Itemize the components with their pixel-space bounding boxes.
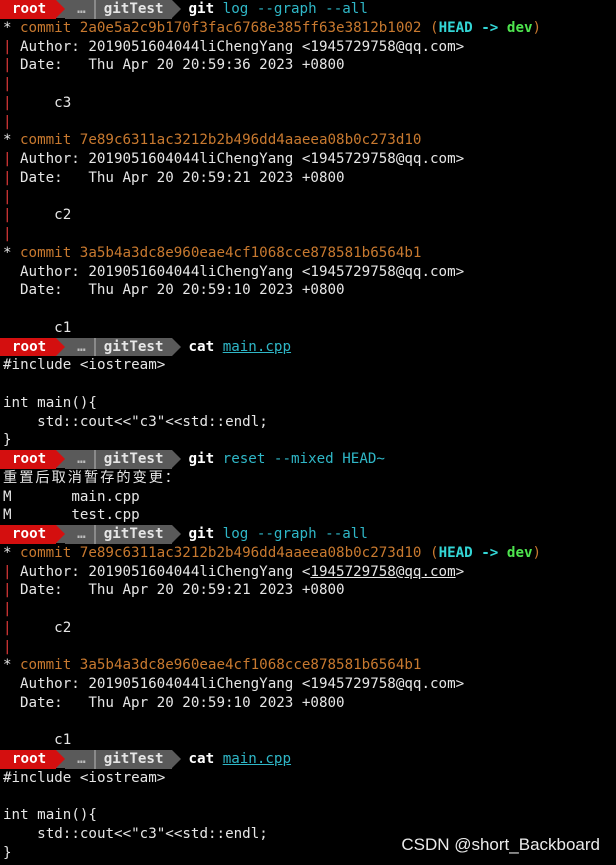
command-text: git reset --mixed HEAD~ — [188, 451, 385, 467]
output-line: M main.cpp — [3, 488, 140, 505]
prompt-end-icon — [171, 450, 181, 469]
prompt-separator-icon — [56, 0, 66, 19]
log-line: | — [3, 226, 12, 242]
command-text: git log --graph --all — [188, 1, 368, 17]
prompt-separator-icon — [56, 450, 66, 469]
file-link[interactable]: main.cpp — [223, 339, 291, 355]
log-line: | c3 — [3, 94, 72, 111]
prompt-repo: gitTest — [95, 450, 172, 469]
prompt-line: root … gitTest cat main.cpp — [0, 337, 616, 357]
log-line: | — [3, 76, 12, 92]
output-line: int main(){ — [3, 807, 97, 824]
log-line: | — [3, 638, 12, 655]
prompt-separator-icon — [56, 525, 66, 544]
prompt-user: root — [0, 525, 57, 544]
prompt-user: root — [0, 750, 57, 769]
terminal-window[interactable]: root … gitTest git log --graph --all * co… — [0, 0, 616, 865]
prompt-path-ellipsis: … — [65, 450, 94, 469]
prompt-user: root — [0, 337, 57, 357]
prompt-separator-icon — [56, 750, 66, 769]
log-line: | c2 — [3, 207, 72, 224]
log-line: c1 — [20, 319, 72, 336]
log-line: | — [3, 113, 12, 130]
branch-ref: dev — [506, 544, 533, 561]
head-ref: HEAD -> — [438, 544, 507, 561]
log-line: * commit 3a5b4a3dc8e960eae4cf1068cce87858… — [3, 244, 422, 261]
prompt-line: root … gitTest cat main.cpp — [0, 750, 616, 769]
commit-hash: commit 3a5b4a3dc8e960eae4cf1068cce878581… — [20, 657, 422, 674]
output-line: M test.cpp — [3, 507, 140, 524]
author-email-link[interactable]: 1945729758@qq.com — [310, 564, 455, 580]
log-line: * commit 7e89c6311ac3212b2b496dd4aaeea08b… — [3, 544, 542, 561]
commit-hash: commit 3a5b4a3dc8e960eae4cf1068cce878581… — [20, 244, 422, 261]
prompt-repo: gitTest — [95, 525, 172, 544]
output-line: } — [3, 432, 12, 449]
prompt-repo: gitTest — [95, 0, 172, 19]
log-line: | Author: 2019051604044liChengYang <19457… — [3, 151, 465, 167]
file-link[interactable]: main.cpp — [223, 751, 291, 767]
log-line: Author: 2019051604044liChengYang <194572… — [20, 263, 465, 280]
prompt-path-ellipsis: … — [65, 337, 94, 357]
log-line: * commit 2a0e5a2c9b170f3fac6768e385ff63e3… — [3, 19, 542, 36]
output-line: std::cout<<"c3"<<std::endl; — [3, 413, 268, 430]
prompt-user: root — [0, 0, 57, 19]
log-line: | Date: Thu Apr 20 20:59:21 2023 +0800 — [3, 582, 345, 599]
log-line: c1 — [20, 732, 72, 749]
prompt-user: root — [0, 450, 57, 469]
log-line: Date: Thu Apr 20 20:59:10 2023 +0800 — [20, 694, 345, 711]
prompt-repo: gitTest — [95, 750, 172, 769]
log-line: | — [3, 188, 12, 205]
command-text: git log --graph --all — [188, 526, 368, 542]
branch-ref: dev — [506, 19, 533, 36]
log-line: | Author: 2019051604044liChengYang <19457… — [3, 563, 465, 580]
prompt-path-ellipsis: … — [65, 525, 94, 544]
output-line: #include <iostream> — [3, 357, 166, 374]
command-text: cat main.cpp — [188, 751, 292, 767]
prompt-path-ellipsis: … — [65, 0, 94, 19]
log-line: Date: Thu Apr 20 20:59:10 2023 +0800 — [20, 282, 345, 299]
prompt-line: root … gitTest git log --graph --all — [0, 525, 616, 544]
prompt-path-ellipsis: … — [65, 750, 94, 769]
commit-hash: commit 2a0e5a2c9b170f3fac6768e385ff63e38… — [20, 19, 422, 36]
log-line: | Date: Thu Apr 20 20:59:21 2023 +0800 — [3, 169, 345, 186]
head-ref: HEAD -> — [438, 19, 507, 36]
prompt-line: root … gitTest git log --graph --all — [0, 0, 616, 19]
log-line: | c2 — [3, 619, 72, 636]
log-line: * commit 7e89c6311ac3212b2b496dd4aaeea08b… — [3, 132, 422, 149]
log-line: | Date: Thu Apr 20 20:59:36 2023 +0800 — [3, 57, 345, 74]
commit-hash: commit 7e89c6311ac3212b2b496dd4aaeea08b0… — [20, 544, 422, 561]
log-line: | — [3, 601, 12, 617]
prompt-end-icon — [171, 750, 181, 769]
prompt-line: root … gitTest git reset --mixed HEAD~ — [0, 450, 616, 469]
prompt-end-icon — [171, 337, 181, 356]
command-text: cat main.cpp — [188, 338, 292, 355]
prompt-end-icon — [171, 525, 181, 544]
log-line: * commit 3a5b4a3dc8e960eae4cf1068cce87858… — [3, 657, 422, 674]
output-line: int main(){ — [3, 394, 97, 411]
prompt-repo: gitTest — [95, 337, 172, 357]
prompt-end-icon — [171, 0, 181, 19]
log-line: | Author: 2019051604044liChengYang <19457… — [3, 38, 465, 55]
watermark: CSDN @short_Backboard — [401, 835, 600, 854]
commit-hash: commit 7e89c6311ac3212b2b496dd4aaeea08b0… — [20, 132, 422, 149]
log-line: Author: 2019051604044liChengYang <194572… — [20, 676, 465, 692]
prompt-separator-icon — [56, 337, 66, 356]
output-line: 重置后取消暂存的变更： — [3, 469, 182, 486]
output-line: #include <iostream> — [3, 769, 166, 786]
